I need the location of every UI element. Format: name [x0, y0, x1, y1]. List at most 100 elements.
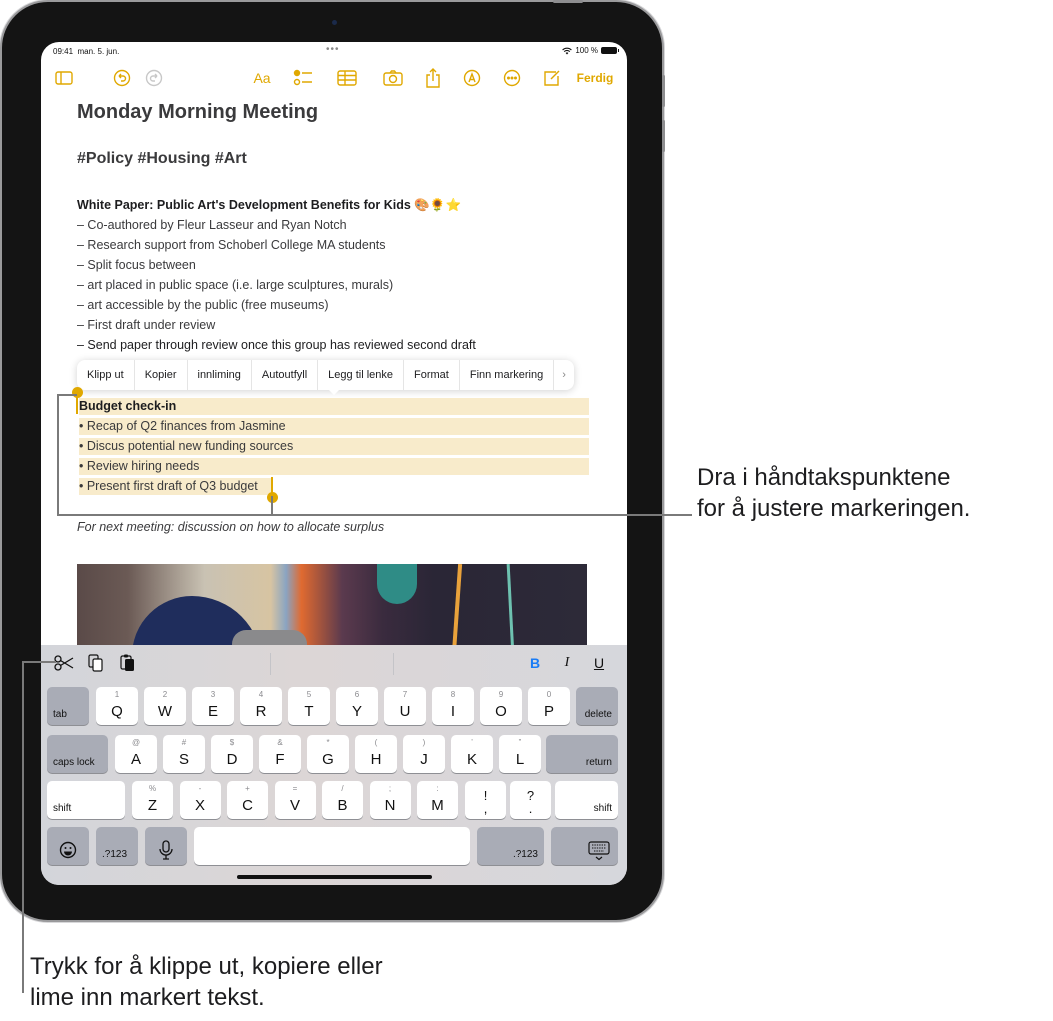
section-heading[interactable]: White Paper: Public Art's Development Be… — [77, 198, 461, 213]
key-question-period[interactable]: ?. — [510, 781, 551, 819]
hide-keyboard-key[interactable] — [551, 827, 618, 865]
menu-add-link[interactable]: Legg til lenke — [318, 360, 404, 390]
menu-paste[interactable]: innliming — [188, 360, 252, 390]
key-j[interactable]: ) J — [403, 735, 445, 773]
key-n[interactable]: ; N — [369, 781, 411, 819]
menu-autofill[interactable]: Autoutfyll — [252, 360, 319, 390]
caps-lock-key[interactable]: caps lock — [47, 735, 108, 773]
home-indicator[interactable] — [237, 875, 432, 879]
menu-cut[interactable]: Klipp ut — [77, 360, 135, 390]
bold-button[interactable]: B — [527, 653, 543, 673]
done-button[interactable]: Ferdig — [573, 66, 617, 90]
menu-more-chevron[interactable]: › — [554, 360, 574, 390]
key-f[interactable]: & F — [259, 735, 301, 773]
key-a[interactable]: @ A — [115, 735, 157, 773]
paste-button[interactable] — [119, 653, 137, 673]
key-z[interactable]: % Z — [132, 781, 173, 819]
redo-button[interactable] — [143, 66, 165, 90]
key-o[interactable]: 9O — [480, 687, 522, 725]
note-line[interactable]: – Split focus between — [77, 258, 196, 272]
selected-line[interactable]: • Recap of Q2 finances from Jasmine — [79, 418, 589, 435]
selected-line[interactable]: • Discus potential new funding sources — [79, 438, 589, 455]
return-key[interactable]: return — [546, 735, 618, 773]
status-bar: 09:41 man. 5. jun. ••• 100 % — [41, 42, 627, 60]
key-v[interactable]: = V — [274, 781, 316, 819]
key-i[interactable]: 8I — [432, 687, 474, 725]
selected-line[interactable]: • Review hiring needs — [79, 458, 589, 475]
note-line[interactable]: – art accessible by the public (free mus… — [77, 298, 329, 312]
key-primary-label: O — [495, 703, 507, 720]
left-shift-key[interactable]: shift — [47, 781, 125, 819]
note-photo[interactable] — [77, 564, 587, 654]
key-t[interactable]: 5T — [288, 687, 330, 725]
key-m[interactable]: :M — [417, 781, 458, 819]
key-exclaim-comma[interactable]: !, — [465, 781, 506, 819]
more-button[interactable] — [501, 66, 523, 90]
key-secondary-label: * — [326, 738, 330, 747]
shortcut-bar: B I U — [41, 645, 627, 681]
checklist-icon — [293, 69, 312, 86]
selected-heading[interactable]: Budget check-in — [79, 398, 589, 415]
key-h[interactable]: (H — [355, 735, 397, 773]
note-line[interactable]: – Co-authored by Fleur Lasseur and Ryan … — [77, 218, 347, 232]
key-k[interactable]: ’ K — [451, 735, 493, 773]
right-shift-key[interactable]: shift — [555, 781, 618, 819]
note-line[interactable]: – Send paper through review once this gr… — [77, 338, 476, 352]
key-d[interactable]: $ D — [211, 735, 253, 773]
menu-format[interactable]: Format — [404, 360, 460, 390]
edit-menu: Klipp ut Kopier innliming Autoutfyll Leg… — [77, 360, 574, 390]
note-line[interactable]: – art placed in public space (i.e. large… — [77, 278, 393, 292]
camera-button[interactable] — [381, 66, 405, 90]
text-format-button[interactable]: Aa — [249, 66, 275, 90]
key-primary-label: X — [194, 797, 205, 814]
key-primary-label: Y — [351, 703, 362, 720]
sidebar-button[interactable] — [53, 66, 75, 90]
numbers-key-right[interactable]: .?123 — [477, 827, 544, 865]
compose-button[interactable] — [541, 66, 563, 90]
note-line[interactable]: – First draft under review — [77, 318, 215, 332]
dictation-key[interactable] — [145, 827, 187, 865]
toolbar: Aa Ferdig — [41, 66, 627, 90]
menu-copy[interactable]: Kopier — [135, 360, 188, 390]
note-tags[interactable]: #Policy #Housing #Art — [77, 150, 247, 168]
markup-button[interactable] — [461, 66, 483, 90]
key-p[interactable]: 0P — [528, 687, 570, 725]
note-title[interactable]: Monday Morning Meeting — [77, 101, 318, 124]
screen: 09:41 man. 5. jun. ••• 100 % Aa Ferdig M… — [41, 42, 627, 885]
emoji-key[interactable] — [47, 827, 89, 865]
copy-button[interactable] — [87, 653, 105, 673]
italic-button[interactable]: I — [559, 653, 575, 673]
key-y[interactable]: 6Y — [336, 687, 378, 725]
cut-button[interactable] — [53, 653, 75, 673]
key-c[interactable]: + C — [227, 781, 268, 819]
underline-button[interactable]: U — [591, 653, 607, 673]
key-primary-label: N — [384, 797, 396, 814]
key-e[interactable]: 3E — [192, 687, 234, 725]
key-b[interactable]: / B — [322, 781, 363, 819]
selected-line[interactable]: • Present first draft of Q3 budget — [79, 478, 273, 495]
key-r[interactable]: 4R — [240, 687, 282, 725]
key-u[interactable]: 7U — [384, 687, 426, 725]
undo-button[interactable] — [111, 66, 133, 90]
key-secondary-label: ’ — [471, 738, 473, 747]
numbers-key-left[interactable]: .?123 — [96, 827, 138, 865]
menu-find-selection[interactable]: Finn markering — [460, 360, 555, 390]
delete-key[interactable]: delete — [576, 687, 618, 725]
tab-key[interactable]: tab — [47, 687, 89, 725]
key-s[interactable]: # S — [163, 735, 205, 773]
key-secondary-label: ” — [518, 738, 522, 747]
key-l[interactable]: ” L — [499, 735, 541, 773]
table-button[interactable] — [335, 66, 359, 90]
key-x[interactable]: -X — [179, 781, 221, 819]
note-line[interactable]: – Research support from Schoberl College… — [77, 238, 386, 252]
key-secondary-label: : — [436, 784, 439, 793]
key-q[interactable]: 1Q — [96, 687, 138, 725]
compose-icon — [544, 70, 560, 86]
share-button[interactable] — [422, 66, 444, 90]
space-bar[interactable] — [194, 827, 470, 865]
note-footer[interactable]: For next meeting: discussion on how to a… — [77, 520, 384, 534]
checklist-button[interactable] — [291, 66, 315, 90]
key-g[interactable]: * G — [307, 735, 349, 773]
multitasking-dots[interactable]: ••• — [326, 44, 340, 55]
key-w[interactable]: 2W — [144, 687, 186, 725]
